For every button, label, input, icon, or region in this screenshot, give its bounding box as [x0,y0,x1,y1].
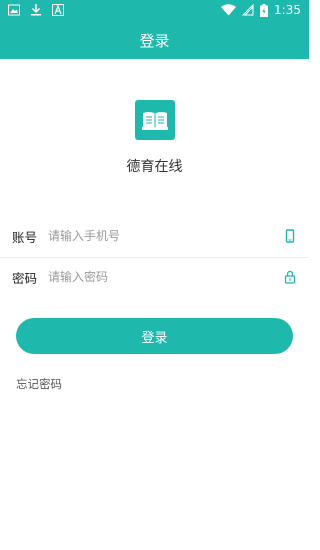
password-row: 密码 [0,257,309,297]
status-time: 1:35 [274,3,301,17]
app-header: 登录 [0,22,309,59]
account-row: 账号 [0,216,309,256]
password-input[interactable] [48,262,268,292]
a-icon [52,4,64,16]
app-logo [135,100,175,140]
phone-icon [285,229,295,243]
lock-icon [284,270,296,284]
phone-input[interactable] [48,221,268,251]
signal-icon [242,4,254,16]
login-button[interactable]: 登录 [16,318,293,354]
battery-icon [260,3,269,17]
page-title: 登录 [139,32,170,50]
forgot-password-link[interactable]: 忘记密码 [16,376,62,392]
account-label: 账号 [12,229,38,245]
image-icon [8,4,20,16]
status-bar: 1:35 [0,0,309,22]
wifi-icon [221,4,237,16]
book-icon [142,112,168,130]
status-left [8,4,64,16]
status-right: 1:35 [221,3,301,17]
password-label: 密码 [12,270,38,286]
download-icon [31,4,41,16]
app-name: 德育在线 [126,159,183,175]
